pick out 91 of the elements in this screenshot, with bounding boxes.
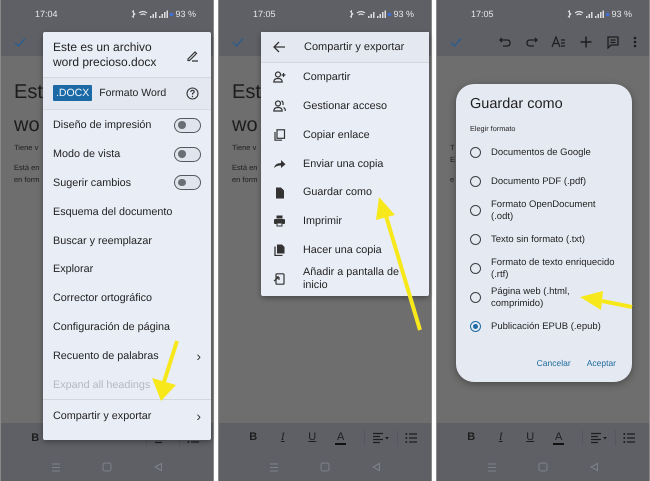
copy-icon <box>273 128 286 141</box>
home-icon[interactable] <box>320 462 330 472</box>
menu-item[interactable]: Buscar y reemplazar <box>53 234 152 247</box>
chevron: › <box>196 409 201 424</box>
radio-button[interactable] <box>470 147 481 158</box>
format-option[interactable]: Página web (.html, comprimido) <box>491 286 620 310</box>
menu-item[interactable]: Copiar enlace <box>303 128 423 142</box>
edit-icon[interactable] <box>186 48 199 62</box>
menu-item[interactable]: Sugerir cambios <box>53 176 132 189</box>
menu-item[interactable]: Corrector ortográfico <box>53 292 152 304</box>
radio-button[interactable] <box>470 234 481 245</box>
back-icon[interactable] <box>588 462 599 472</box>
redo-icon[interactable] <box>524 35 539 49</box>
menu-item[interactable]: Configuración de página <box>53 320 170 333</box>
format-option[interactable]: Formato de texto enriquecido (.rtf) <box>491 256 620 280</box>
format-option[interactable]: Documento PDF (.pdf) <box>491 176 620 188</box>
text-format-icon[interactable] <box>551 35 566 49</box>
chevron: › <box>196 348 201 363</box>
toggle-switch[interactable] <box>174 146 201 162</box>
menu-item[interactable]: Compartir y exportar <box>53 410 152 422</box>
duplicate-icon <box>273 244 286 256</box>
align-icon[interactable] <box>590 432 608 444</box>
recent-apps-icon[interactable] <box>51 462 62 472</box>
signal-icon <box>566 10 610 18</box>
toggle-switch[interactable] <box>174 118 201 133</box>
add-to-home-icon <box>273 272 286 285</box>
checkmark-icon[interactable] <box>449 35 463 49</box>
home-icon[interactable] <box>102 462 112 472</box>
format-label: Formato Word <box>99 87 168 99</box>
undo-icon[interactable] <box>498 35 512 49</box>
annotation-arrow <box>580 291 632 310</box>
back-icon[interactable] <box>152 462 163 472</box>
menu-item[interactable]: Imprimir <box>303 215 423 228</box>
radio-button[interactable] <box>470 176 481 187</box>
file-type-badge: .DOCX <box>53 85 92 101</box>
dialog-title: Guardar como <box>470 96 564 112</box>
recent-apps-icon[interactable] <box>487 462 498 472</box>
plus-icon[interactable] <box>579 35 594 49</box>
menu-item[interactable]: Esquema del documento <box>53 206 172 218</box>
format-option[interactable]: Publicación EPUB (.epub) <box>491 320 620 332</box>
document-text: Est <box>14 80 43 105</box>
people-icon <box>273 100 286 112</box>
checkmark-icon[interactable] <box>13 35 27 49</box>
radio-button[interactable] <box>470 205 481 216</box>
format-option[interactable]: Documentos de Google <box>491 146 620 158</box>
radio-button[interactable] <box>470 292 481 303</box>
menu-item[interactable]: Guardar como <box>303 186 423 199</box>
recent-apps-icon[interactable] <box>269 462 280 472</box>
list-icon[interactable] <box>622 432 636 444</box>
battery-level: 93 % <box>611 9 632 19</box>
menu-item[interactable]: Modo de vista <box>53 148 120 160</box>
signal-icon <box>348 10 392 18</box>
menu-item[interactable]: Añadir a pantalla de inicio <box>303 266 423 292</box>
comment-icon[interactable] <box>606 35 620 49</box>
back-icon[interactable] <box>370 462 381 472</box>
toggle-switch[interactable] <box>174 175 201 190</box>
document-text: wo <box>232 113 258 138</box>
format-option[interactable]: Formato OpenDocument (.odt) <box>491 198 620 222</box>
printer-icon <box>273 215 286 228</box>
cancel-button[interactable]: Cancelar <box>532 354 575 372</box>
menu-item[interactable]: Recuento de palabras <box>53 350 159 362</box>
menu-item[interactable]: Hacer una copia <box>303 244 423 256</box>
document-text: Est <box>232 80 261 105</box>
status-time: 17:04 <box>35 9 58 19</box>
help-icon[interactable] <box>186 86 199 100</box>
menu-item[interactable]: Diseño de impresión <box>53 119 152 132</box>
accept-button[interactable]: Aceptar <box>582 354 620 372</box>
battery-level: 93 % <box>175 9 196 19</box>
back-arrow-icon[interactable] <box>273 41 286 53</box>
align-icon[interactable] <box>372 432 390 444</box>
add-person-icon <box>273 71 286 84</box>
radio-button[interactable] <box>470 263 481 274</box>
menu-item[interactable]: Enviar una copia <box>303 158 423 170</box>
format-option[interactable]: Texto sin formato (.txt) <box>491 234 620 246</box>
battery-level: 93 % <box>393 9 414 19</box>
file-title: Este es un archivo word precioso.docx <box>53 40 158 70</box>
menu-item[interactable]: Gestionar acceso <box>303 100 423 112</box>
checkmark-icon[interactable] <box>231 35 245 49</box>
home-icon[interactable] <box>538 462 548 472</box>
signal-icon <box>130 10 174 18</box>
list-icon[interactable] <box>404 432 418 444</box>
document-text: wo <box>14 113 40 138</box>
menu-item[interactable]: Explorar <box>53 263 94 276</box>
status-time: 17:05 <box>253 9 276 19</box>
more-icon[interactable] <box>632 35 637 49</box>
menu-item[interactable]: Compartir <box>303 71 423 84</box>
status-time: 17:05 <box>471 9 494 19</box>
menu-title: Compartir y exportar <box>304 41 404 53</box>
forward-arrow-icon <box>273 158 286 170</box>
document-icon <box>273 186 286 199</box>
radio-button[interactable] <box>470 321 481 332</box>
